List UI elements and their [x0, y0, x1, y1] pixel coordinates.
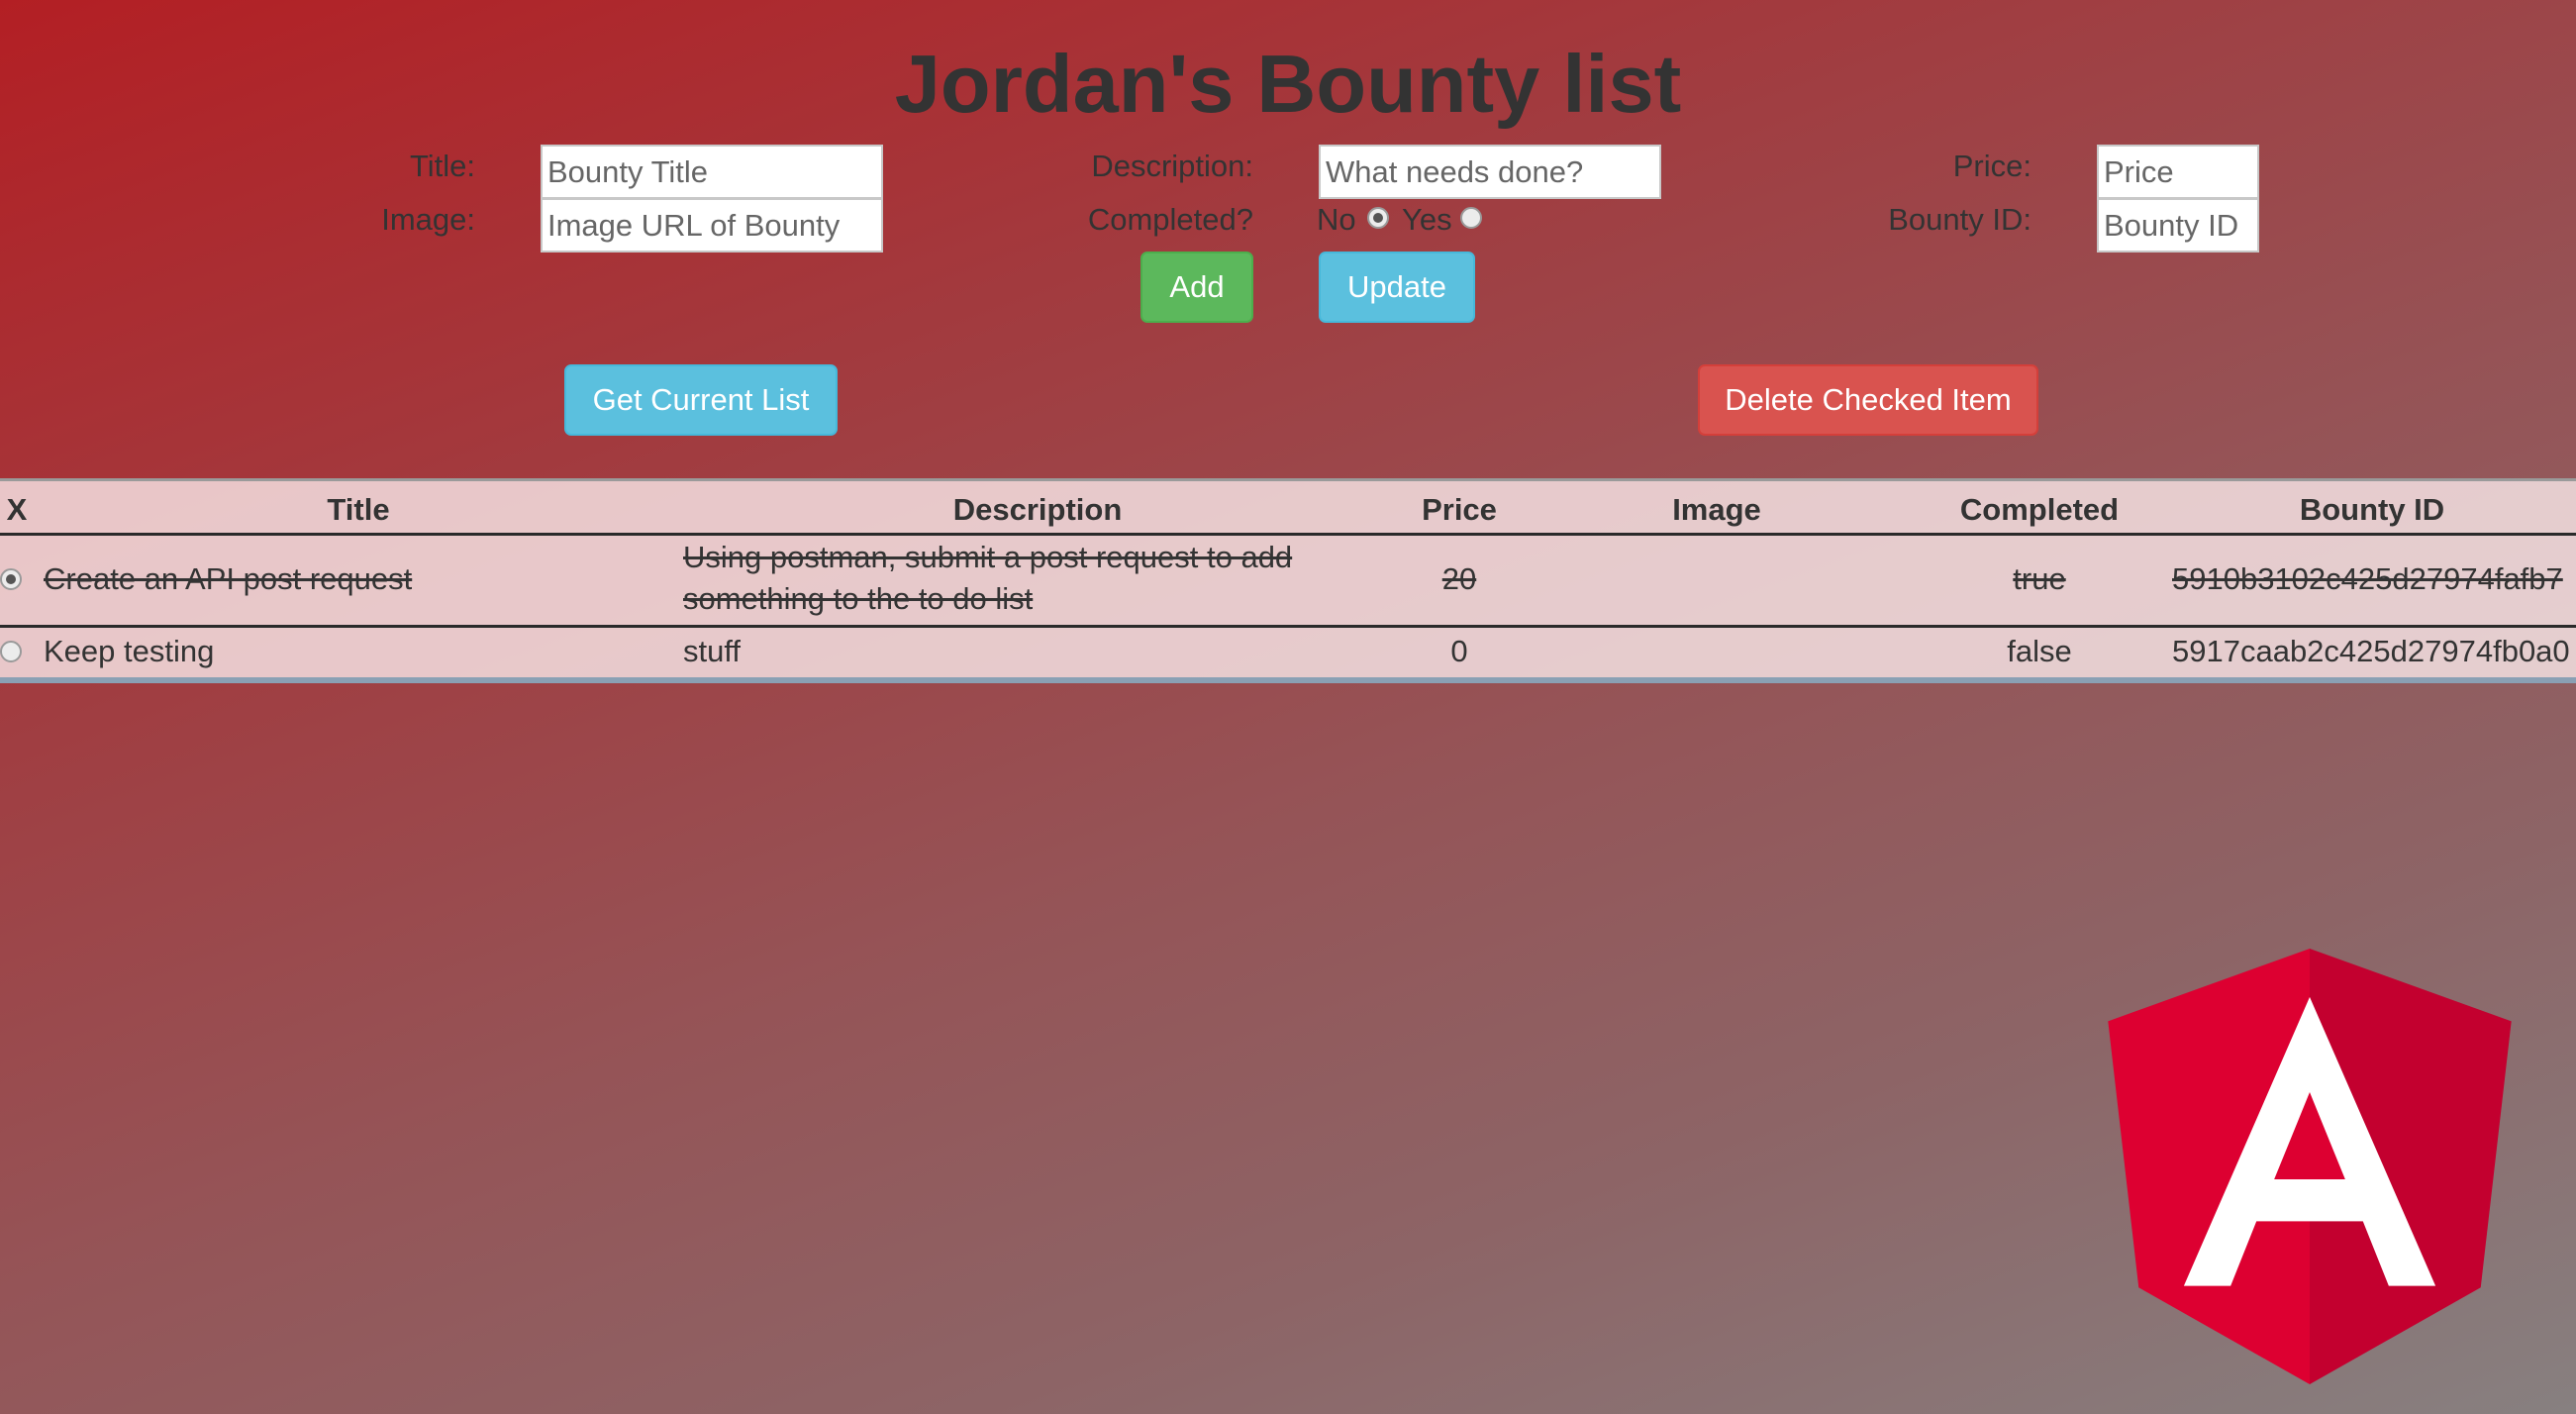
image-url-input[interactable] [541, 198, 883, 252]
row-title: Keep testing [44, 634, 215, 668]
get-current-list-button[interactable]: Get Current List [564, 364, 838, 436]
bounty-id-label: Bounty ID: [1888, 202, 2031, 237]
completed-yes-label: Yes [1402, 202, 1452, 237]
column-header-image: Image [1672, 492, 1761, 527]
row-bounty-id: 5917caab2c425d27974fb0a0 [2172, 634, 2570, 668]
column-header-bounty-id: Bounty ID [2299, 492, 2445, 527]
column-header-x: X [6, 492, 28, 527]
row-select-radio[interactable] [0, 568, 22, 590]
price-input[interactable] [2097, 145, 2259, 199]
completed-label: Completed? [1087, 202, 1253, 237]
column-header-completed: Completed [1959, 492, 2120, 527]
delete-checked-item-button[interactable]: Delete Checked Item [1698, 364, 2038, 436]
row-price: 20 [1441, 561, 1477, 596]
row-bounty-id: 5910b3102c425d27974fafb7 [2172, 561, 2563, 596]
description-input[interactable] [1319, 145, 1661, 199]
column-header-title: Title [327, 492, 390, 527]
page-title: Jordan's Bounty list [894, 38, 1682, 130]
column-header-description: Description [952, 492, 1123, 527]
row-completed: false [2007, 634, 2072, 668]
completed-yes-radio[interactable] [1460, 207, 1482, 229]
header-divider [0, 533, 2576, 536]
completed-no-radio[interactable] [1367, 207, 1389, 229]
bounty-table: X Title Description Price Image Complete… [0, 478, 2576, 683]
row-title: Create an API post request [44, 561, 413, 596]
row-select-radio[interactable] [0, 641, 22, 662]
price-label: Price: [1952, 149, 2031, 183]
description-label: Description: [1091, 149, 1253, 183]
row-completed: true [2013, 561, 2066, 596]
row-divider [0, 625, 2576, 628]
title-label: Title: [409, 149, 475, 183]
row-description: stuff [683, 634, 742, 668]
title-input[interactable] [541, 145, 883, 199]
row-price: 0 [1450, 634, 1468, 668]
add-button[interactable]: Add [1140, 252, 1253, 323]
completed-no-label: No [1317, 202, 1356, 237]
update-button[interactable]: Update [1319, 252, 1475, 323]
angular-logo-icon [2108, 949, 2512, 1384]
bounty-id-input[interactable] [2097, 198, 2259, 252]
image-label: Image: [381, 202, 475, 237]
row-description: Using postman, submit a post request to … [683, 540, 1293, 616]
column-header-price: Price [1422, 492, 1497, 527]
